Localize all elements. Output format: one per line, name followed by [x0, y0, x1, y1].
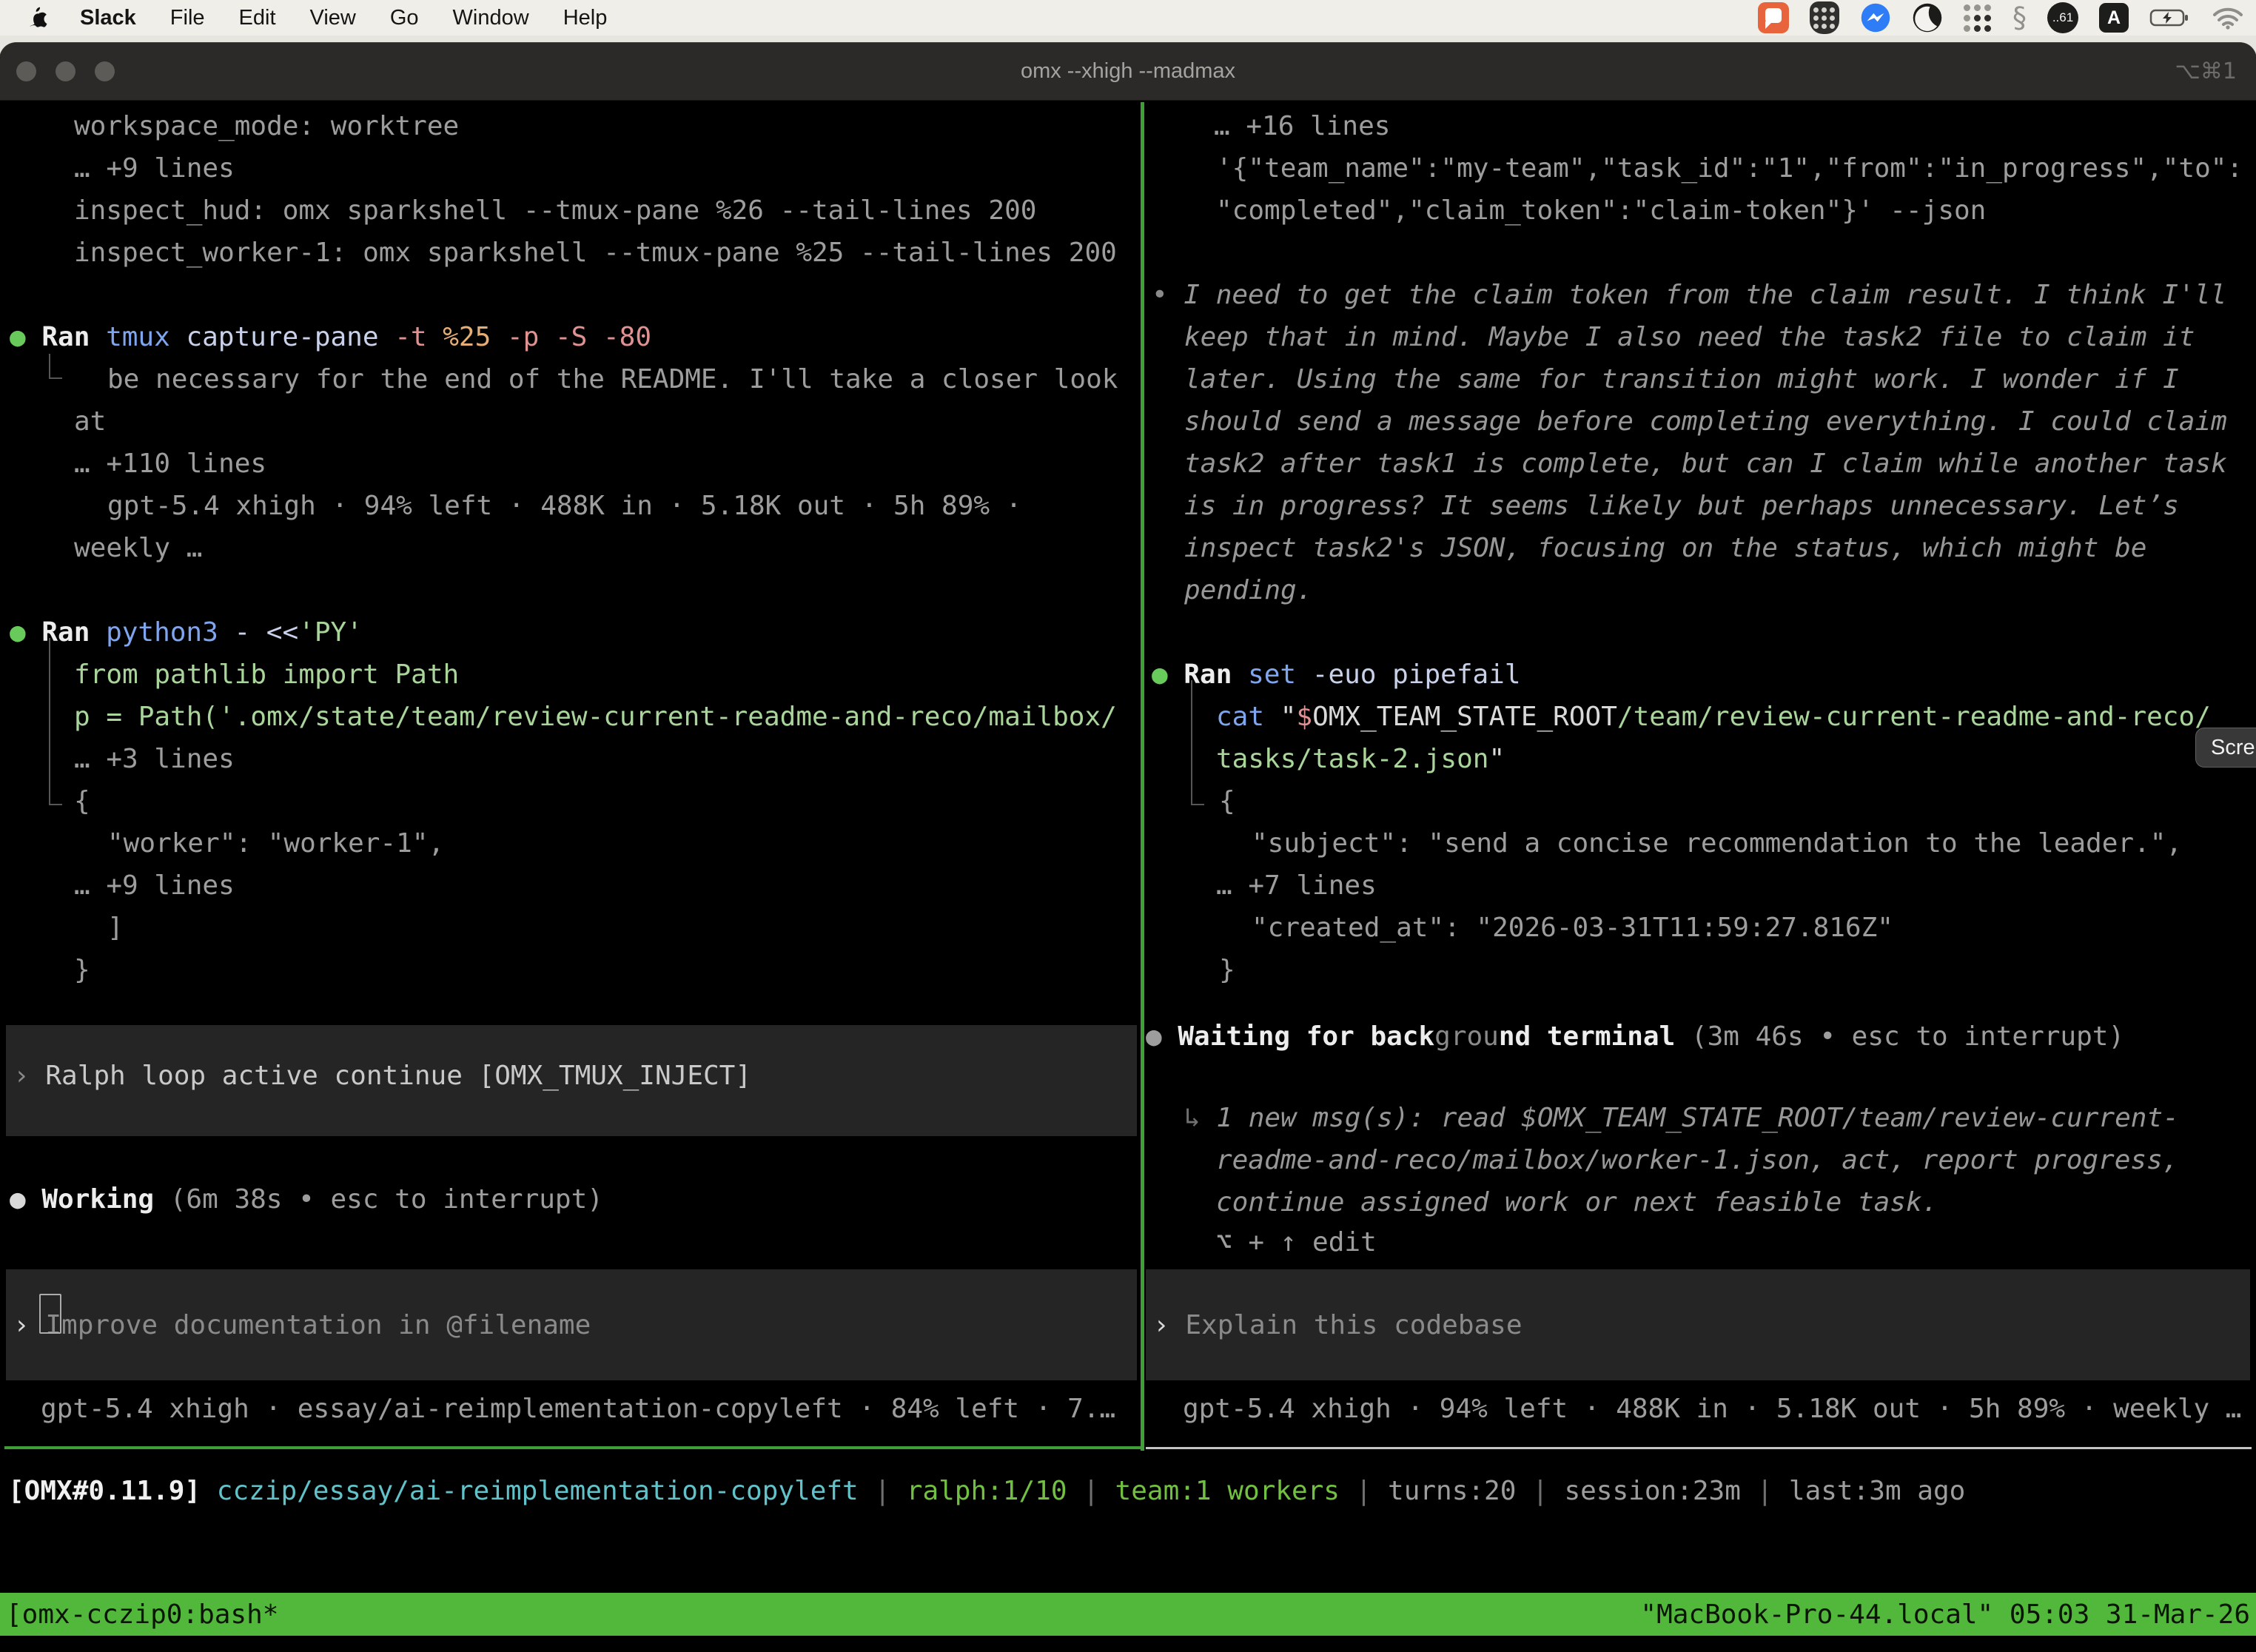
messenger-icon[interactable]: [1860, 2, 1891, 33]
apple-icon[interactable]: [30, 6, 49, 30]
menu-item-view[interactable]: View: [310, 6, 356, 30]
battery-charging-icon[interactable]: [2149, 7, 2191, 28]
screen-overlay-label: Scre: [2211, 736, 2255, 760]
tmux-session-label: [omx-cczip0:bash*: [6, 1599, 278, 1630]
omx-status-area: [OMX#0.11.9] cczip/essay/ai-reimplementa…: [0, 0, 2256, 1652]
menu-item-go[interactable]: Go: [390, 6, 419, 30]
tmux-status-bar[interactable]: [omx-cczip0:bash* "MacBook-Pro-44.local"…: [0, 1593, 2256, 1636]
menu-item-file[interactable]: File: [170, 6, 205, 30]
squiggle-icon[interactable]: §: [2012, 1, 2027, 34]
menu-item-window[interactable]: Window: [453, 6, 529, 30]
menu-item-help[interactable]: Help: [563, 6, 608, 30]
chat-app-icon[interactable]: [1758, 2, 1789, 33]
menu-app-name[interactable]: Slack: [80, 6, 136, 30]
omx-status-line: [OMX#0.11.9] cczip/essay/ai-reimplementa…: [8, 1470, 1965, 1512]
shield-grid-icon[interactable]: [1810, 1, 1839, 34]
timer-badge-icon[interactable]: ..61: [2047, 2, 2078, 33]
screen-overlay-tooltip: Scre: [2195, 728, 2256, 768]
text-cursor: [39, 1294, 61, 1334]
tmux-host-clock: "MacBook-Pro-44.local" 05:03 31-Mar-26: [1640, 1599, 2250, 1630]
menu-bar-status-icons: § ..61 A: [1758, 0, 2244, 36]
wifi-icon[interactable]: [2212, 5, 2244, 30]
dots-grid-icon[interactable]: [1964, 4, 1992, 32]
menu-item-edit[interactable]: Edit: [239, 6, 276, 30]
input-source-icon[interactable]: A: [2099, 3, 2129, 33]
crescent-app-icon[interactable]: [1912, 2, 1943, 33]
